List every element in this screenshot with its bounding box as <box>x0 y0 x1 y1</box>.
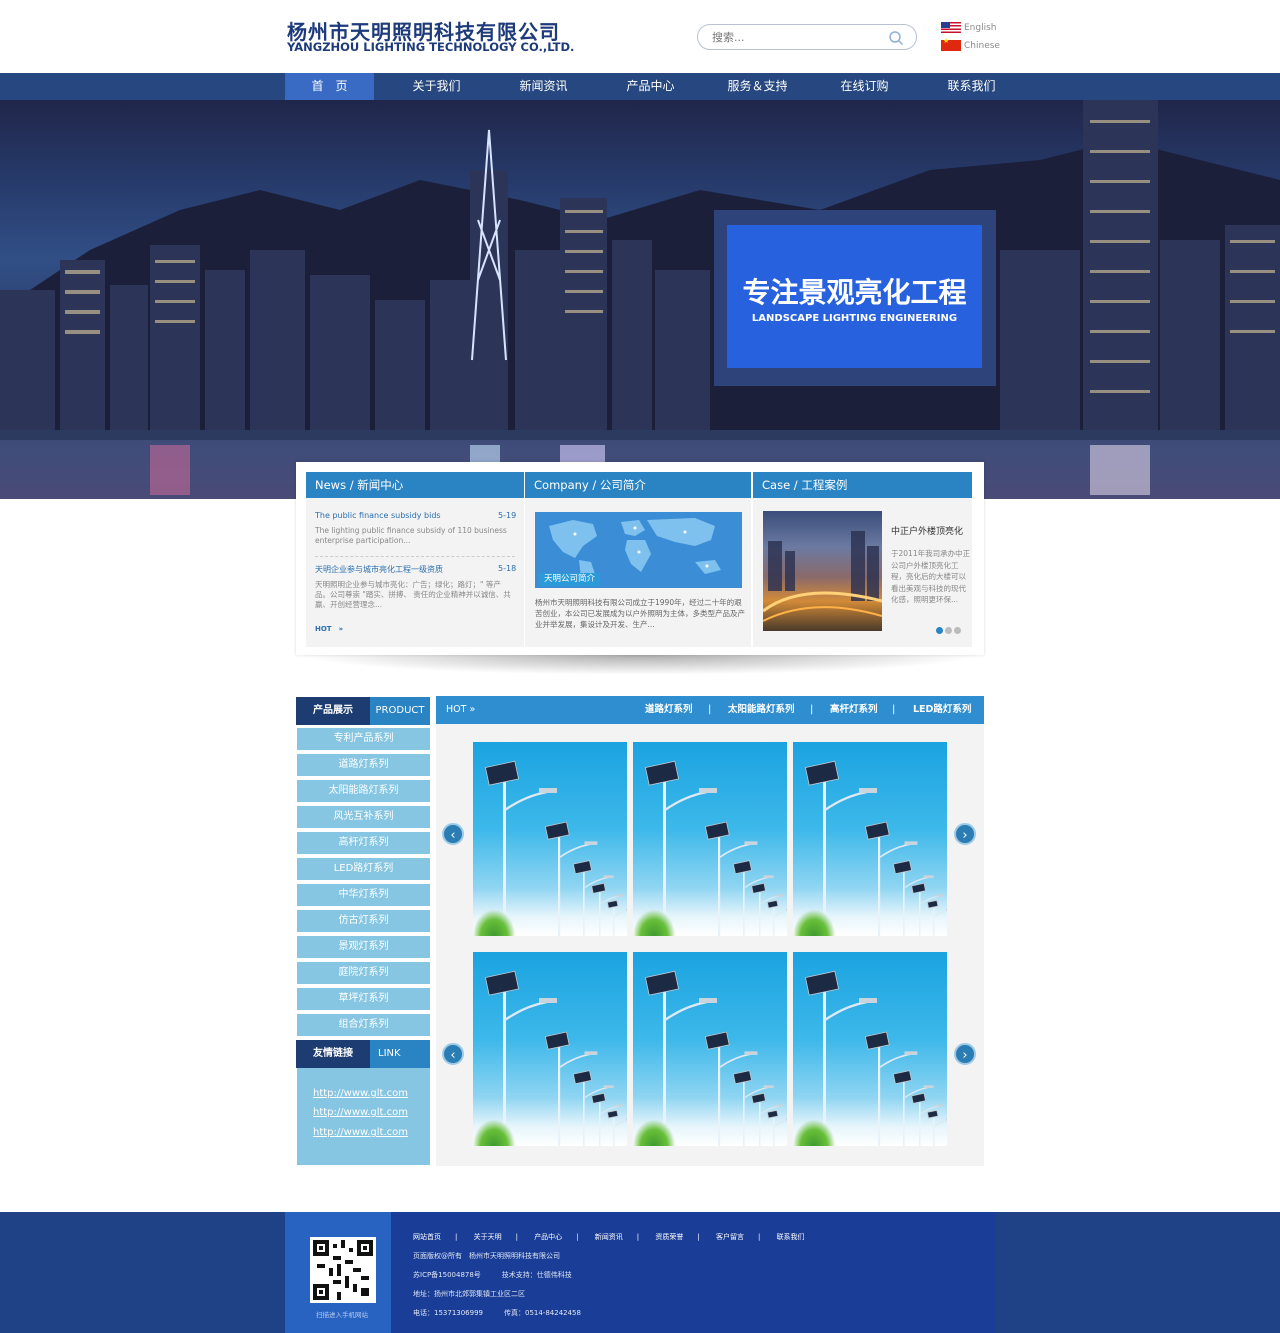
qr-label: 扫描进入手机网站 <box>316 1311 368 1319</box>
product-card[interactable] <box>793 742 947 936</box>
search-box <box>697 24 917 50</box>
friend-link[interactable]: http://www.glt.com <box>313 1107 408 1118</box>
footer-phone: 电话：15371306999 传真：0514-84242458 <box>413 1309 581 1317</box>
cn-flag-icon <box>941 37 961 51</box>
company-header[interactable]: Company / 公司简介 <box>525 472 751 498</box>
news-item-date: 5-19 <box>498 511 517 520</box>
company-intro: 杨州市天明照明科技有限公司成立于1990年，经过二十年的艰苦创业，本公司已发展成… <box>535 598 745 629</box>
world-map-image[interactable]: 天明公司简介 <box>535 512 742 588</box>
footer-link-contact[interactable]: 联系我们 <box>777 1233 805 1241</box>
nav-about[interactable]: 关于我们 <box>392 73 481 100</box>
case-header[interactable]: Case / 工程案例 <box>753 472 972 498</box>
sidebar-item-landscape[interactable]: 景观灯系列 <box>297 936 430 958</box>
qr-code-icon[interactable] <box>310 1237 376 1303</box>
news-item-title[interactable]: The public finance subsidy bids <box>315 511 441 520</box>
sidebar-item-high-pole[interactable]: 高杆灯系列 <box>297 832 430 854</box>
sidebar-item-led[interactable]: LED路灯系列 <box>297 858 430 880</box>
nav-service[interactable]: 服务＆支持 <box>713 73 802 100</box>
carousel-dot[interactable] <box>936 627 943 634</box>
footer-link-news[interactable]: 新闻资讯 <box>595 1233 623 1241</box>
company-column: Company / 公司简介 天明公司简介 杨州市天明照明科技有限公司成立于19… <box>525 472 751 647</box>
case-photo[interactable] <box>763 511 882 631</box>
footer: 扫描进入手机网站 网站首页 | 关于天明 | 产品中心 | 新闻资讯 | 资质荣… <box>0 1212 1280 1333</box>
banner-caption[interactable]: 专注景观亮化工程 LANDSCAPE LIGHTING ENGINEERING <box>727 225 982 368</box>
news-item-date: 5-18 <box>498 564 517 573</box>
product-card[interactable] <box>633 742 787 936</box>
tab-road-lights[interactable]: 道路灯系列 <box>645 696 693 724</box>
product-card[interactable] <box>633 952 787 1146</box>
info-panel: News / 新闻中心 The public finance subsidy b… <box>296 462 984 655</box>
footer-link-products[interactable]: 产品中心 <box>534 1233 562 1241</box>
case-title[interactable]: 中正户外楼顶亮化 <box>891 524 963 537</box>
nav-home[interactable]: 首 页 <box>285 73 374 100</box>
news-column: News / 新闻中心 The public finance subsidy b… <box>306 472 524 647</box>
footer-link-home[interactable]: 网站首页 <box>413 1233 441 1241</box>
nav-products[interactable]: 产品中心 <box>606 73 695 100</box>
header: 杨州市天明照明科技有限公司 YANGZHOU LIGHTING TECHNOLO… <box>0 0 1280 73</box>
sidebar-item-patent[interactable]: 专利产品系列 <box>297 728 430 750</box>
sidebar-item-antique[interactable]: 仿古灯系列 <box>297 910 430 932</box>
product-card[interactable] <box>793 952 947 1146</box>
sidebar-item-lawn[interactable]: 草坪灯系列 <box>297 988 430 1010</box>
company-name-en: YANGZHOU LIGHTING TECHNOLOGY CO.,LTD. <box>287 40 575 54</box>
product-card[interactable] <box>473 952 627 1146</box>
tab-high-pole[interactable]: 高杆灯系列 <box>830 696 878 724</box>
sidebar-item-combo[interactable]: 组合灯系列 <box>297 1014 430 1036</box>
news-item-title[interactable]: 天明企业参与城市亮化工程一级资质 <box>315 564 443 575</box>
tab-solar-lights[interactable]: 太阳能路灯系列 <box>728 696 795 724</box>
tab-led-lights[interactable]: LED路灯系列 <box>913 696 971 724</box>
double-chevron-right-icon: » <box>469 704 476 715</box>
company-image-label: 天明公司简介 <box>539 573 601 586</box>
sidebar-item-zhonghua[interactable]: 中华灯系列 <box>297 884 430 906</box>
links-header: 友情链接 LINK <box>296 1040 430 1068</box>
news-header[interactable]: News / 新闻中心 <box>306 472 524 498</box>
sidebar-item-courtyard[interactable]: 庭院灯系列 <box>297 962 430 984</box>
friend-links: http://www.glt.com http://www.glt.com ht… <box>297 1068 430 1165</box>
friend-link[interactable]: http://www.glt.com <box>313 1127 408 1138</box>
nav-news[interactable]: 新闻资讯 <box>499 73 588 100</box>
friend-link[interactable]: http://www.glt.com <box>313 1088 408 1099</box>
carousel-dot[interactable] <box>954 627 961 634</box>
lang-chinese[interactable]: Chinese <box>941 37 1000 51</box>
search-icon[interactable] <box>888 30 904 46</box>
next-arrow-icon[interactable]: › <box>954 823 976 845</box>
case-desc: 于2011年我司承办中正公司户外楼顶亮化工程，亮化后的大楼可以看出美观与科技的现… <box>891 549 971 604</box>
footer-links: 网站首页 | 关于天明 | 产品中心 | 新闻资讯 | 资质荣誉 | 客户留言 … <box>413 1233 805 1241</box>
footer-copyright: 页面版权@所有 杨州市天明照明科技有限公司 <box>413 1252 560 1260</box>
banner-subtitle: LANDSCAPE LIGHTING ENGINEERING <box>751 313 958 324</box>
footer-icp: 苏ICP备15004878号 技术支持：仕德伟科技 <box>413 1271 572 1279</box>
double-chevron-right-icon: » <box>338 625 344 633</box>
prev-arrow-icon[interactable]: ‹ <box>442 1043 464 1065</box>
news-item-desc: 天明照明企业参与城市亮化：广告；绿化；路灯；" 等产品。公司尊崇 "踏实、拼搏、… <box>315 580 511 609</box>
city-skyline-image <box>0 100 1280 499</box>
footer-link-honors[interactable]: 资质荣誉 <box>655 1233 683 1241</box>
case-column: Case / 工程案例 中正户外楼顶亮化 于2011年我司承办中正公司户外楼顶亮… <box>753 472 972 647</box>
lang-english[interactable]: English <box>941 22 997 33</box>
news-item-desc: The lighting public finance subsidy of 1… <box>315 526 507 545</box>
footer-link-feedback[interactable]: 客户留言 <box>716 1233 744 1241</box>
sidebar-item-wind-solar[interactable]: 风光互补系列 <box>297 806 430 828</box>
product-card[interactable] <box>473 742 627 936</box>
prev-arrow-icon[interactable]: ‹ <box>442 823 464 845</box>
news-hot-link[interactable]: HOT » <box>315 624 343 634</box>
product-sidebar-header: 产品展示 PRODUCT <box>296 697 430 725</box>
main-nav: 首 页 关于我们 新闻资讯 产品中心 服务＆支持 在线订购 联系我们 <box>0 73 1280 100</box>
product-tabs: HOT » 道路灯系列 | 太阳能路灯系列 | 高杆灯系列 | LED路灯系列 <box>436 696 984 724</box>
carousel-dot[interactable] <box>945 627 952 634</box>
sidebar-item-solar[interactable]: 太阳能路灯系列 <box>297 780 430 802</box>
footer-link-about[interactable]: 关于天明 <box>474 1233 502 1241</box>
next-arrow-icon[interactable]: › <box>954 1043 976 1065</box>
footer-address: 地址：扬州市北郊郭集镇工业区二区 <box>413 1290 525 1298</box>
product-gallery: ‹ › ‹ › <box>436 724 984 1166</box>
banner-title: 专注景观亮化工程 <box>742 276 967 309</box>
search-input[interactable] <box>712 29 872 45</box>
nav-order[interactable]: 在线订购 <box>820 73 909 100</box>
hot-label: HOT » <box>446 704 476 715</box>
nav-contact[interactable]: 联系我们 <box>927 73 1016 100</box>
us-flag-icon <box>941 22 961 33</box>
sidebar-item-road[interactable]: 道路灯系列 <box>297 754 430 776</box>
hero-banner: 专注景观亮化工程 LANDSCAPE LIGHTING ENGINEERING <box>0 100 1280 499</box>
